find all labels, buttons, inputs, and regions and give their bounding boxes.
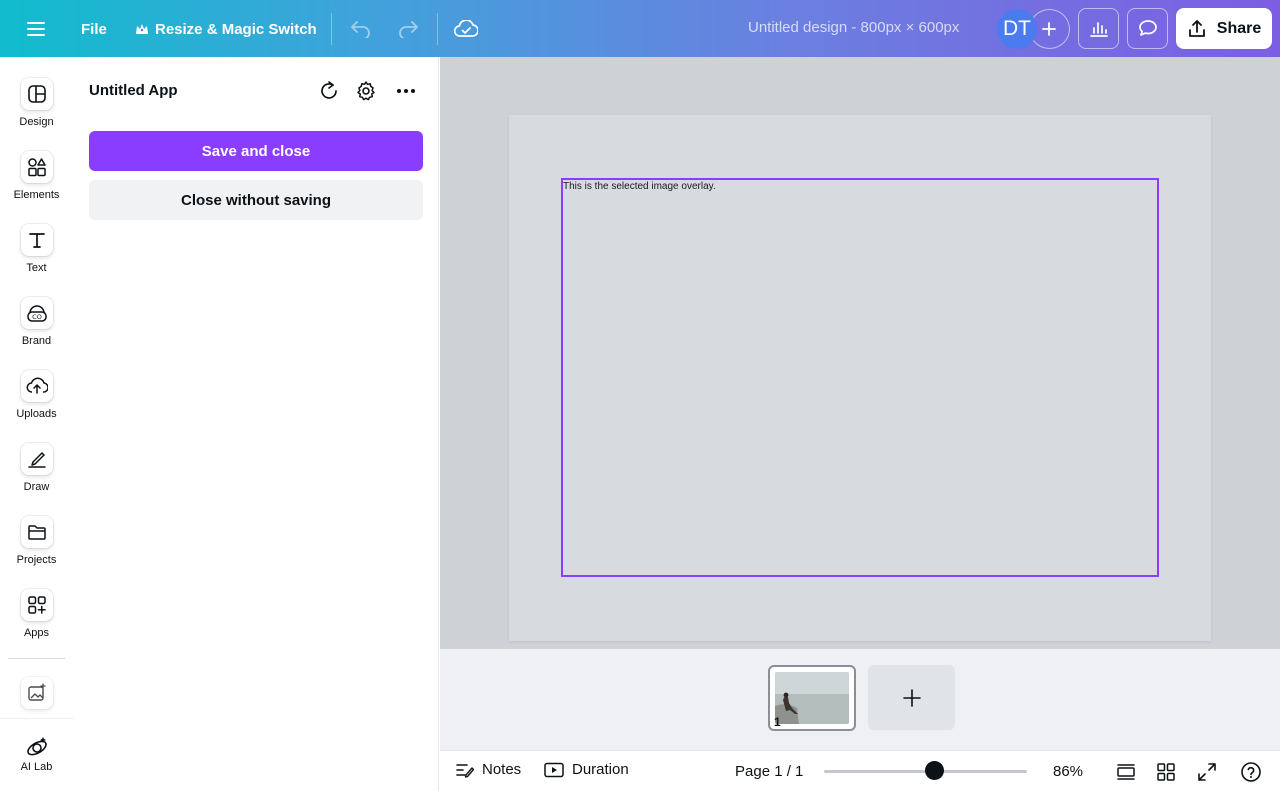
design-page[interactable]: This is the selected image overlay. bbox=[509, 115, 1211, 641]
share-icon bbox=[1188, 19, 1205, 37]
rail-label: Draw bbox=[23, 481, 50, 493]
settings-button[interactable] bbox=[353, 78, 379, 104]
save-and-close-button[interactable]: Save and close bbox=[89, 131, 423, 171]
grid-icon bbox=[1157, 763, 1175, 781]
grid-view-button[interactable] bbox=[1154, 760, 1178, 784]
resize-label: Resize & Magic Switch bbox=[155, 20, 317, 38]
refresh-icon bbox=[321, 81, 337, 99]
selected-image-overlay[interactable]: This is the selected image overlay. bbox=[561, 178, 1159, 577]
apps-grid-icon bbox=[20, 589, 53, 621]
pages-strip: 1 bbox=[440, 649, 1280, 750]
bottom-bar: Notes Duration Page 1 / 1 86% bbox=[440, 750, 1280, 791]
page-indicator[interactable]: Page 1 / 1 bbox=[735, 763, 803, 780]
help-button[interactable] bbox=[1239, 760, 1263, 784]
more-options-button[interactable] bbox=[393, 78, 419, 104]
cloud-upload-icon bbox=[20, 370, 53, 402]
canvas-area: This is the selected image overlay. bbox=[440, 57, 1280, 649]
rail-item-elements[interactable]: Elements bbox=[0, 151, 73, 201]
rail-label: Design bbox=[19, 116, 54, 128]
rail-divider bbox=[8, 658, 65, 659]
avatar[interactable]: DT bbox=[997, 9, 1037, 49]
rail-item-text[interactable]: Text bbox=[0, 224, 73, 274]
insights-button[interactable] bbox=[1078, 8, 1119, 49]
app-panel: Untitled App Save and close Close withou… bbox=[73, 57, 439, 791]
folder-icon bbox=[20, 516, 53, 548]
rail-item-uploads[interactable]: Uploads bbox=[0, 370, 73, 420]
undo-icon bbox=[351, 21, 370, 38]
rail-item-apps[interactable]: Apps bbox=[0, 589, 73, 639]
duration-button[interactable]: Duration bbox=[544, 761, 629, 778]
notes-button[interactable]: Notes bbox=[456, 761, 521, 778]
rail-item-draw[interactable]: Draw bbox=[0, 443, 73, 493]
pen-icon bbox=[20, 443, 53, 475]
svg-text:CO: CO bbox=[32, 313, 42, 321]
resize-magic-switch-button[interactable]: Resize & Magic Switch bbox=[135, 18, 317, 40]
page-view-icon bbox=[1117, 764, 1135, 780]
thumbnail-image bbox=[775, 672, 849, 724]
page-thumbnail[interactable]: 1 bbox=[768, 665, 856, 731]
magic-image-icon bbox=[20, 677, 53, 709]
rail-label: Brand bbox=[21, 335, 52, 347]
divider bbox=[331, 13, 332, 45]
redo-icon bbox=[399, 21, 418, 38]
page-view-button[interactable] bbox=[1114, 760, 1138, 784]
rail-item-projects[interactable]: Projects bbox=[0, 516, 73, 566]
notes-label: Notes bbox=[482, 761, 522, 778]
comment-icon bbox=[1138, 20, 1157, 36]
duration-label: Duration bbox=[572, 761, 629, 778]
play-icon bbox=[544, 762, 564, 777]
file-menu-button[interactable]: File bbox=[81, 18, 107, 40]
more-horizontal-icon bbox=[397, 89, 415, 93]
comments-button[interactable] bbox=[1127, 8, 1168, 49]
crown-icon bbox=[136, 23, 148, 34]
top-bar: File Resize & Magic Switch Untitled desi… bbox=[0, 0, 1280, 57]
rail-label: Projects bbox=[16, 554, 57, 566]
panel-title: Untitled App bbox=[89, 82, 178, 99]
save-status-button[interactable] bbox=[452, 15, 480, 43]
divider bbox=[437, 13, 438, 45]
undo-button[interactable] bbox=[348, 16, 374, 42]
zoom-slider-handle[interactable] bbox=[924, 761, 944, 780]
shapes-icon bbox=[20, 151, 53, 183]
file-label: File bbox=[81, 20, 107, 38]
brand-icon: CO bbox=[20, 297, 53, 329]
left-rail: Design Elements Text CO Brand Uploads Dr… bbox=[0, 57, 73, 791]
rail-label: AI Lab bbox=[20, 761, 53, 773]
plus-icon bbox=[1042, 22, 1056, 36]
rail-label: Text bbox=[26, 262, 47, 274]
redo-button[interactable] bbox=[395, 16, 421, 42]
zoom-level[interactable]: 86% bbox=[1053, 763, 1083, 780]
notes-icon bbox=[456, 763, 474, 778]
fullscreen-button[interactable] bbox=[1195, 760, 1219, 784]
add-page-button[interactable] bbox=[868, 665, 955, 730]
bar-chart-icon bbox=[1089, 21, 1108, 37]
design-title[interactable]: Untitled design - 800px × 600px bbox=[748, 19, 959, 36]
ai-lab-icon bbox=[26, 737, 47, 756]
rail-label: Apps bbox=[23, 627, 50, 639]
text-icon bbox=[20, 224, 53, 256]
rail-item-ai-lab[interactable]: AI Lab bbox=[0, 735, 73, 773]
close-without-saving-button[interactable]: Close without saving bbox=[89, 180, 423, 220]
share-label: Share bbox=[1216, 19, 1262, 37]
help-icon bbox=[1241, 762, 1261, 782]
rail-label: Elements bbox=[13, 189, 60, 201]
menu-icon[interactable] bbox=[22, 16, 50, 42]
rail-item-brand[interactable]: CO Brand bbox=[0, 297, 73, 347]
ai-lab-section: AI Lab bbox=[0, 718, 73, 791]
layout-icon bbox=[20, 78, 53, 110]
share-button[interactable]: Share bbox=[1176, 8, 1272, 49]
rail-label: Uploads bbox=[16, 408, 57, 420]
refresh-button[interactable] bbox=[316, 78, 342, 104]
plus-icon bbox=[902, 688, 921, 707]
expand-icon bbox=[1198, 763, 1216, 781]
rail-item-magic-media[interactable] bbox=[0, 677, 73, 709]
gear-icon bbox=[357, 81, 375, 101]
page-number: 1 bbox=[774, 715, 781, 729]
overlay-text: This is the selected image overlay. bbox=[563, 181, 716, 192]
cloud-check-icon bbox=[454, 20, 478, 37]
rail-item-design[interactable]: Design bbox=[0, 78, 73, 128]
